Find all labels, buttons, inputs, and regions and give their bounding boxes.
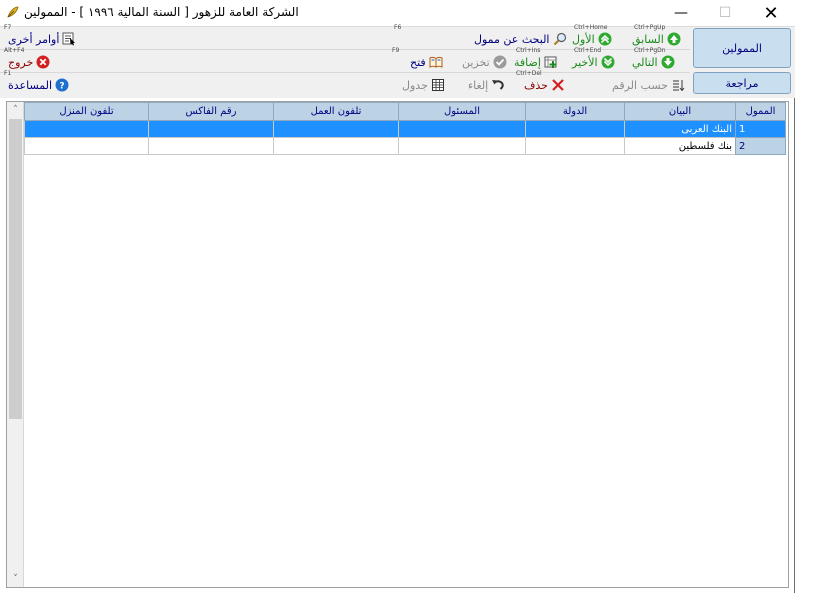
row-home-phone[interactable] xyxy=(24,137,149,155)
row-contact[interactable] xyxy=(398,137,526,155)
delete-label: حذف xyxy=(524,78,548,92)
row-country[interactable] xyxy=(525,137,625,155)
undo-arrow-icon xyxy=(492,80,504,90)
scroll-thumb[interactable] xyxy=(9,119,22,419)
other-shortcut: F7 xyxy=(4,24,12,31)
scroll-up-icon[interactable]: ˄ xyxy=(7,102,24,118)
open-shortcut: F9 xyxy=(392,47,400,54)
next-shortcut: Ctrl+PgDn xyxy=(634,47,666,54)
row-work-phone[interactable] xyxy=(273,120,399,138)
column-header-work-phone[interactable]: تلفون العمل xyxy=(273,102,399,121)
review-button[interactable]: مراجعة xyxy=(693,72,791,94)
table-button[interactable]: جدول xyxy=(402,76,445,94)
first-label: الأول xyxy=(572,32,595,46)
add-shortcut: Ctrl+Ins xyxy=(516,47,541,54)
search-label: البحث عن ممول xyxy=(474,32,550,46)
app-feather-icon xyxy=(7,6,19,18)
funders-button[interactable]: الممولين xyxy=(693,28,791,68)
blue-question-icon: ? xyxy=(55,78,69,92)
last-label: الأخير xyxy=(572,55,598,69)
row-number[interactable]: 1 xyxy=(735,120,786,138)
green-down-arrow-icon xyxy=(661,55,675,69)
prev-button[interactable]: Ctrl+PgUp السابق xyxy=(632,24,681,48)
column-header-contact[interactable]: المسئول xyxy=(398,102,526,121)
cancel-button[interactable]: إلغاء xyxy=(468,76,505,94)
table-row[interactable]: 2 بنك فلسطين xyxy=(24,137,786,155)
red-x-icon xyxy=(36,55,50,69)
app-window: الشركة العامة للزهور [ السنة المالية ١٩٩… xyxy=(0,0,795,593)
red-cross-icon xyxy=(552,79,564,91)
column-header-country[interactable]: الدولة xyxy=(525,102,625,121)
row-home-phone[interactable] xyxy=(24,120,149,138)
open-book-icon xyxy=(429,56,443,68)
delete-shortcut: Ctrl+Del xyxy=(516,70,542,77)
scroll-down-icon[interactable]: ˅ xyxy=(7,571,24,587)
magnifier-icon xyxy=(553,32,566,46)
open-button[interactable]: F9 فتح xyxy=(392,47,443,71)
save-button[interactable]: تخزين xyxy=(462,53,507,71)
funders-grid[interactable]: ˄ ˅ الممول البيان الدولة المسئول تلفون ا… xyxy=(6,101,789,588)
first-shortcut: Ctrl+Home xyxy=(574,24,608,31)
column-header-funder[interactable]: الممول xyxy=(735,102,786,121)
grey-check-icon xyxy=(493,55,507,69)
add-label: إضافة xyxy=(514,55,541,69)
green-double-up-arrow-icon xyxy=(598,32,612,46)
save-label: تخزين xyxy=(462,55,490,69)
row-work-phone[interactable] xyxy=(273,137,399,155)
last-button[interactable]: Ctrl+End الأخير xyxy=(572,47,615,71)
svg-text:?: ? xyxy=(59,82,64,92)
row-fax[interactable] xyxy=(148,137,274,155)
green-double-down-arrow-icon xyxy=(601,55,615,69)
exit-shortcut: Alt+F4 xyxy=(4,47,25,54)
cancel-label: إلغاء xyxy=(468,78,489,92)
cursor-list-icon xyxy=(62,32,76,46)
grid-header-row: الممول البيان الدولة المسئول تلفون العمل… xyxy=(24,102,786,121)
close-button[interactable]: ✕ xyxy=(748,0,794,26)
add-button[interactable]: Ctrl+Ins إضافة xyxy=(514,47,558,71)
search-button[interactable]: F6 البحث عن ممول xyxy=(394,24,567,48)
exit-button[interactable]: Alt+F4 خروج xyxy=(4,47,50,71)
row-fax[interactable] xyxy=(148,120,274,138)
help-button[interactable]: F1 ? المساعدة xyxy=(4,70,69,94)
other-label: أوامر أخرى xyxy=(8,32,60,46)
row-country[interactable] xyxy=(525,120,625,138)
prev-label: السابق xyxy=(632,32,664,46)
vertical-scrollbar[interactable]: ˄ ˅ xyxy=(7,102,24,587)
add-record-icon xyxy=(544,56,557,68)
sort-label: حسب الرقم xyxy=(612,78,668,92)
row-number[interactable]: 2 xyxy=(735,137,786,155)
column-header-description[interactable]: البيان xyxy=(624,102,736,121)
first-button[interactable]: Ctrl+Home الأول xyxy=(572,24,612,48)
exit-label: خروج xyxy=(8,55,34,69)
sort-by-number-button[interactable]: حسب الرقم xyxy=(612,76,685,94)
open-label: فتح xyxy=(410,55,426,69)
delete-button[interactable]: Ctrl+Del حذف xyxy=(516,70,565,94)
next-button[interactable]: Ctrl+PgDn التالي xyxy=(632,47,675,71)
toolbar-divider xyxy=(0,72,690,73)
row-contact[interactable] xyxy=(398,120,526,138)
next-label: التالي xyxy=(632,55,658,69)
last-shortcut: Ctrl+End xyxy=(574,47,602,54)
help-shortcut: F1 xyxy=(4,70,12,77)
title-bar: الشركة العامة للزهور [ السنة المالية ١٩٩… xyxy=(0,0,795,26)
minimize-button[interactable]: — xyxy=(658,0,704,26)
grid-table-icon xyxy=(431,79,444,91)
search-shortcut: F6 xyxy=(394,24,402,31)
row-description[interactable]: البنك العربى xyxy=(624,120,736,138)
prev-shortcut: Ctrl+PgUp xyxy=(634,24,666,31)
column-header-fax[interactable]: رقم الفاكس xyxy=(148,102,274,121)
window-title: الشركة العامة للزهور [ السنة المالية ١٩٩… xyxy=(24,5,299,19)
maximize-button[interactable]: ☐ xyxy=(702,0,748,26)
green-up-arrow-icon xyxy=(667,32,681,46)
table-label: جدول xyxy=(402,78,428,92)
table-row[interactable]: 1 البنك العربى xyxy=(24,120,786,138)
help-label: المساعدة xyxy=(8,78,53,92)
column-header-home-phone[interactable]: تلفون المنزل xyxy=(24,102,149,121)
other-commands-button[interactable]: F7 أوامر أخرى xyxy=(4,24,76,48)
sort-numbers-icon xyxy=(672,80,685,92)
grid-table: الممول البيان الدولة المسئول تلفون العمل… xyxy=(24,102,786,155)
row-description[interactable]: بنك فلسطين xyxy=(624,137,736,155)
